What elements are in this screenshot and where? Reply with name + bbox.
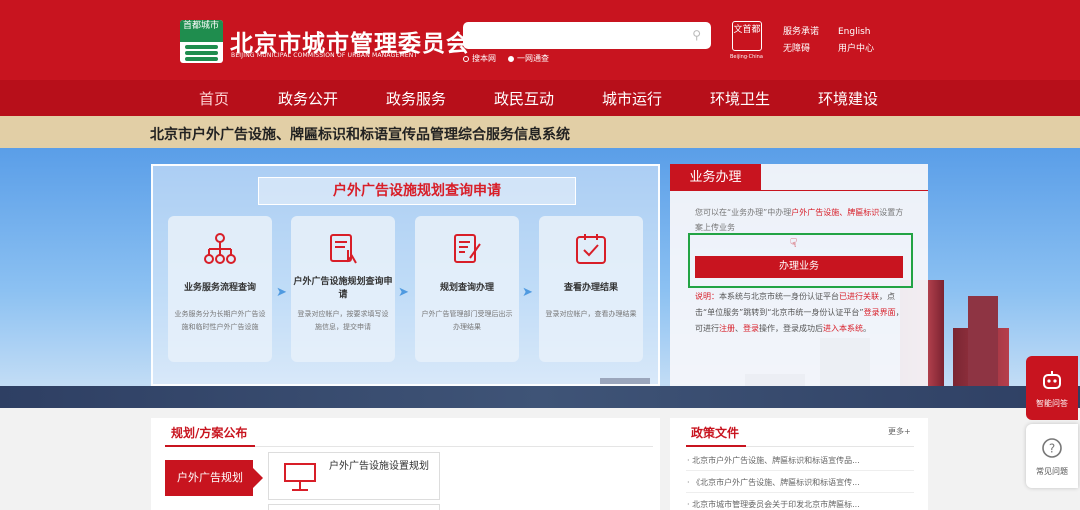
smart-qa-label: 智能问答	[1036, 399, 1068, 408]
step-desc: 业务服务分为长期户外广告设施和临时性户外广告设施	[174, 310, 266, 331]
step-card-result[interactable]: 查看办理结果 登录对应帐户，查看办理结果	[539, 216, 643, 362]
step-desc: 登录对应帐户，查看办理结果	[545, 310, 637, 318]
search-icon[interactable]: ⚲	[692, 28, 701, 42]
svg-text:?: ?	[1049, 442, 1055, 456]
step-card-process-query[interactable]: 业务服务流程查询 业务服务分为长期户外广告设施和临时性户外广告设施	[168, 216, 272, 362]
document-touch-icon	[330, 234, 357, 264]
nav-gov-affairs[interactable]: 政务公开	[278, 88, 338, 109]
robot-icon	[1043, 371, 1061, 389]
header-links-right: English 用户中心	[838, 24, 874, 58]
nav-gov-services[interactable]: 政务服务	[386, 88, 446, 109]
nav-sanitation[interactable]: 环境卫生	[710, 88, 770, 109]
main-nav: 首页 政务公开 政务服务 政民互动 城市运行 环境卫生 环境建设	[0, 80, 1080, 116]
login-page-link[interactable]: 登录界面	[864, 308, 896, 317]
flowchart-icon	[204, 233, 236, 264]
arrow-right-icon: ➤	[522, 285, 533, 300]
link-service-promise[interactable]: 服务承诺	[783, 24, 819, 41]
business-desc: 您可以在“业务办理”中办理户外广告设施、牌匾标识设置方案上传业务	[695, 208, 904, 232]
system-banner: 北京市户外广告设施、牌匾标识和标语宣传品管理综合服务信息系统	[0, 116, 1080, 148]
login-link[interactable]: 登录	[743, 324, 759, 333]
smart-qa-button[interactable]: 智能问答	[1026, 356, 1078, 420]
step-title: 查看办理结果	[563, 283, 618, 293]
business-tab-underline	[761, 190, 928, 191]
step-title: 业务服务流程查询	[183, 283, 256, 293]
nav-home[interactable]: 首页	[199, 88, 229, 109]
register-link[interactable]: 注册	[719, 324, 735, 333]
plan-section-title[interactable]: 规划/方案公布	[171, 424, 247, 441]
arrow-right-icon: ➤	[276, 285, 287, 300]
step-title: 户外广告设施规划查询申请	[293, 277, 393, 300]
arrow-right-icon: ➤	[398, 285, 409, 300]
site-subtitle: BEIJING MUNICIPAL COMMISSION OF URBAN MA…	[231, 52, 418, 59]
step-desc: 户外广告管理部门受理后出示办理结果	[421, 310, 513, 331]
header-links-left: 服务承诺 无障碍	[783, 24, 819, 58]
business-note: 说明：本系统与北京市统一身份认证平台已进行关联，点击“单位服务”跳转到“北京市统…	[695, 292, 904, 333]
step-card-handle[interactable]: 规划查询办理 户外广告管理部门受理后出示办理结果	[415, 216, 519, 362]
nav-environment[interactable]: 环境建设	[818, 88, 878, 109]
search-input[interactable]: ⚲	[463, 22, 711, 49]
pointer-hand-icon: ☟	[790, 236, 798, 250]
radio-site[interactable]: 搜本网	[463, 53, 496, 64]
checkmark-icon	[576, 234, 606, 264]
capital-seal-logo: 文首都	[732, 21, 762, 51]
step-desc: 登录对应帐户，按要求填写设施信息，提交申请	[297, 310, 389, 331]
site-logo[interactable]: 首都城市	[180, 20, 223, 63]
plan-card-label: 户外广告设施设置规划	[329, 461, 429, 472]
link-accessibility[interactable]: 无障碍	[783, 41, 819, 58]
search-scope: 搜本网 一网通查	[463, 53, 549, 64]
more-link[interactable]: 更多+	[888, 426, 911, 437]
plan-card-2[interactable]	[268, 504, 440, 510]
question-icon: ?	[1042, 438, 1062, 458]
step-card-apply[interactable]: 户外广告设施规划查询申请 登录对应帐户，按要求填写设施信息，提交申请	[291, 216, 395, 362]
nav-city-ops[interactable]: 城市运行	[602, 88, 662, 109]
radio-portal[interactable]: 一网通查	[508, 53, 549, 64]
apply-panel-title: 户外广告设施规划查询申请	[258, 177, 576, 205]
policy-item[interactable]: · 北京市户外广告设施、牌匾标识和标语宣传品...	[687, 455, 907, 466]
policy-item[interactable]: · 《北京市户外广告设施、牌匾标识和标语宣传...	[687, 477, 907, 488]
link-user-center[interactable]: 用户中心	[838, 41, 874, 58]
policy-item[interactable]: · 北京市城市管理委员会关于印发北京市牌匾标...	[687, 499, 907, 510]
business-tab[interactable]: 业务办理	[670, 164, 761, 191]
enter-system-link[interactable]: 进入本系统	[823, 324, 863, 333]
billboard-icon	[284, 463, 316, 491]
faq-label: 常见问题	[1036, 467, 1068, 476]
logo-text: 首都城市	[180, 20, 223, 42]
faq-button[interactable]: ? 常见问题	[1026, 424, 1078, 488]
seal-subtitle: Beijing·China	[730, 54, 763, 60]
policy-section-title[interactable]: 政策文件	[691, 424, 739, 441]
link-english[interactable]: English	[838, 24, 874, 41]
handle-business-button[interactable]: 办理业务	[695, 256, 903, 278]
edit-document-icon	[454, 234, 481, 263]
step-title: 规划查询办理	[439, 283, 494, 293]
plan-tab-outdoor-ad[interactable]: 户外广告规划	[165, 460, 263, 496]
nav-interaction[interactable]: 政民互动	[494, 88, 554, 109]
